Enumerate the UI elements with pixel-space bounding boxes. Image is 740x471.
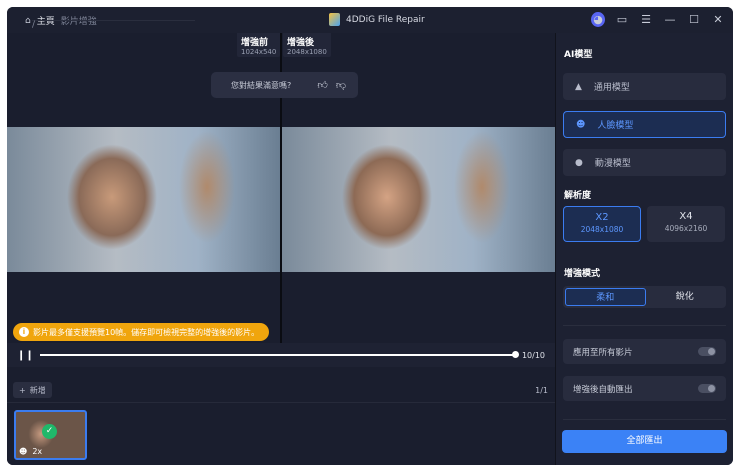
thumbs-up-icon[interactable]: 👍︎	[317, 79, 327, 91]
feedback-question: 您對結果滿意嗎?	[231, 80, 292, 90]
breadcrumb-separator: /	[32, 20, 195, 30]
home-icon[interactable]: ⌂	[25, 16, 31, 26]
close-icon[interactable]: ✕	[711, 13, 725, 26]
add-button[interactable]: + 新增	[13, 382, 52, 398]
model-label: 動漫模型	[594, 159, 631, 169]
res-label: X4	[679, 211, 693, 222]
bear-icon: ●	[575, 157, 583, 168]
resolution-heading: 解析度	[564, 191, 592, 201]
before-title: 增強前	[241, 38, 269, 48]
frame-counter: 10/10	[521, 350, 545, 360]
player-bar: ❙❙ 10/10	[7, 343, 555, 367]
landscape-icon: ▲	[575, 81, 582, 92]
feedback-chat-icon[interactable]: ▭	[615, 13, 629, 26]
after-label: 增強後 2048x1080	[283, 33, 331, 57]
model-general[interactable]: ▲ 通用模型	[563, 73, 726, 100]
settings-panel: AI模型 ▲ 通用模型 ☻ 人臉模型 ● 動漫模型 解析度 X2 2048x1080 X…	[555, 33, 733, 465]
after-title: 增強後	[287, 38, 315, 48]
progress-track[interactable]	[39, 351, 519, 358]
video-before	[7, 127, 280, 272]
app-window: ⌂ 主頁 / 影片增強 4DDiG File Repair ◕ ▭ ☰ — ☐ …	[7, 7, 733, 465]
file-list-toolbar: + 新增 1/1	[7, 373, 555, 403]
app-title: 4DDiG File Repair	[329, 13, 425, 26]
divider	[563, 325, 726, 326]
apply-all-label: 應用至所有影片	[573, 347, 633, 358]
resolution-x4[interactable]: X4 4096x2160	[647, 206, 725, 242]
pause-icon[interactable]: ❙❙	[17, 350, 34, 361]
mode-sharpen[interactable]: 銳化	[646, 288, 725, 306]
breadcrumb: ⌂ 主頁 / 影片增強	[25, 14, 195, 30]
window-controls: ◕ ▭ ☰ — ☐ ✕	[591, 12, 725, 27]
video-after	[282, 127, 555, 272]
res-label: X2	[595, 212, 609, 223]
auto-export-switch[interactable]	[698, 384, 716, 393]
auto-export-row: 增強後自動匯出	[563, 376, 726, 401]
mode-soft[interactable]: 柔和	[565, 288, 646, 306]
after-resolution: 2048x1080	[287, 48, 327, 56]
title-bar: ⌂ 主頁 / 影片增強 4DDiG File Repair ◕ ▭ ☰ — ☐ …	[7, 7, 733, 33]
apply-all-switch[interactable]	[698, 347, 716, 356]
check-icon: ✓	[42, 424, 57, 439]
ai-model-heading: AI模型	[564, 50, 593, 60]
plus-icon: +	[19, 385, 26, 395]
thumb-scale: 2x	[32, 447, 43, 456]
auto-export-label: 增強後自動匯出	[573, 384, 633, 395]
app-title-text: 4DDiG File Repair	[346, 14, 425, 25]
maximize-icon[interactable]: ☐	[687, 13, 701, 26]
feedback-popup: 您對結果滿意嗎? 👍︎ 👎︎	[211, 72, 358, 98]
notice-text: 影片最多僅支援預覽10幀。儲存即可檢視完整的增強後的影片。	[33, 327, 260, 337]
model-label: 通用模型	[593, 83, 630, 93]
enhance-mode-heading: 增強模式	[564, 269, 601, 279]
minimize-icon[interactable]: —	[663, 13, 677, 26]
resolution-x2[interactable]: X2 2048x1080	[563, 206, 641, 242]
app-logo-icon	[329, 13, 340, 26]
video-thumbnail[interactable]: ✓ ☻ 2x	[14, 410, 87, 460]
res-size: 4096x2160	[664, 224, 708, 233]
face-icon: ☻	[19, 447, 28, 456]
menu-icon[interactable]: ☰	[639, 13, 653, 26]
model-label: 人臉模型	[597, 121, 634, 131]
preview-limit-notice: i 影片最多僅支援預覽10幀。儲存即可檢視完整的增強後的影片。	[13, 323, 270, 341]
res-size: 2048x1080	[580, 225, 624, 234]
preview-area: 增強前 1024x540 增強後 2048x1080 您對結果滿意嗎? 👍︎ 👎…	[7, 33, 555, 465]
progress-knob[interactable]	[511, 351, 519, 358]
model-face[interactable]: ☻ 人臉模型	[563, 111, 726, 138]
thumbs-down-icon[interactable]: 👎︎	[336, 79, 346, 91]
before-resolution: 1024x540	[241, 48, 277, 56]
add-label: 新增	[29, 385, 46, 395]
apply-all-row: 應用至所有影片	[563, 339, 726, 364]
model-anime[interactable]: ● 動漫模型	[563, 149, 726, 176]
before-label: 增強前 1024x540	[237, 33, 281, 57]
discord-icon[interactable]: ◕	[591, 12, 605, 27]
page-counter: 1/1	[535, 386, 548, 395]
info-icon: i	[19, 327, 29, 337]
export-all-button[interactable]: 全部匯出	[562, 430, 727, 453]
face-icon: ☻	[576, 119, 586, 130]
divider	[563, 419, 726, 420]
enhance-mode-toggle: 柔和 銳化	[563, 286, 726, 308]
